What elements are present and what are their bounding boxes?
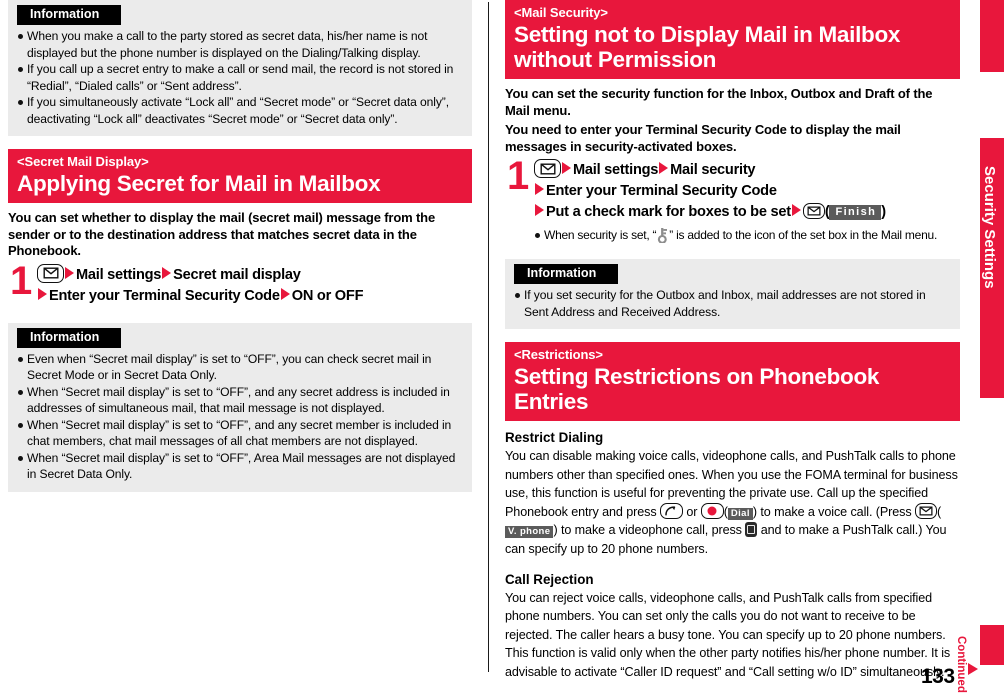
- call-rejection-paragraph: You can reject voice calls, videophone c…: [505, 590, 951, 679]
- list-item: If you call up a secret entry to make a …: [17, 61, 463, 94]
- information-panel: Information If you set security for the …: [505, 259, 960, 329]
- list-item: When you make a call to the party stored…: [17, 28, 463, 61]
- section-lead-text: You can set whether to display the mail …: [8, 210, 436, 258]
- section-title: Applying Secret for Mail in Mailbox: [17, 171, 381, 196]
- restrict-dialing-paragraph: You can disable making voice calls, vide…: [505, 447, 960, 559]
- section-heading-mail-security: <Mail Security> Setting not to Display M…: [505, 0, 960, 79]
- step-action-label: Mail settings: [573, 162, 659, 178]
- section-kicker: <Mail Security>: [514, 5, 608, 20]
- manual-page: Information When you make a call to the …: [0, 0, 1004, 697]
- dial-softkey-badge: Dial: [727, 507, 753, 520]
- key-icon: [657, 228, 668, 248]
- arrow-icon: [535, 204, 544, 216]
- step-body: Mail settings Secret mail display Enter y…: [37, 263, 472, 307]
- step-note-text-before: When security is set, “: [544, 228, 657, 242]
- step-action-label: Mail settings: [76, 266, 162, 283]
- information-label: Information: [17, 327, 122, 348]
- step-number: 1: [10, 258, 33, 303]
- arrow-icon: [280, 287, 290, 300]
- step-action-label: Enter your Terminal Security Code: [546, 183, 777, 199]
- step-action-label: Put a check mark for boxes to be set: [546, 204, 791, 220]
- paren-close: ): [881, 204, 886, 220]
- subsection-heading-call-rejection: Call Rejection: [505, 571, 594, 587]
- step-line-1: Mail settings Mail security: [534, 159, 960, 181]
- step-body: Mail settings Mail security Enter your Te…: [534, 159, 960, 248]
- red-dot-icon: [707, 506, 717, 516]
- section-title: Setting Restrictions on Phonebook Entrie…: [514, 364, 880, 414]
- section-tab-label: Security Settings: [981, 166, 998, 289]
- arrow-icon: [535, 183, 544, 195]
- arrow-icon: [162, 266, 172, 279]
- step-line-2: Enter your Terminal Security Code: [534, 181, 960, 202]
- continued-arrow-icon: [968, 663, 978, 675]
- list-item: When “Secret mail display” is set to “OF…: [17, 384, 463, 417]
- information-panel-top: Information When you make a call to the …: [8, 0, 472, 136]
- page-number: 133: [921, 665, 955, 688]
- section-kicker: <Secret Mail Display>: [17, 154, 149, 169]
- list-item: If you set security for the Outbox and I…: [514, 287, 951, 320]
- paragraph-text-or: or: [686, 504, 698, 519]
- step-action-label: ON or OFF: [291, 287, 364, 304]
- list-item: When “Secret mail display” is set to “OF…: [17, 417, 463, 450]
- tab-bottom-marker: [980, 625, 1004, 665]
- procedure-step-1: 1 Mail settings Secret mail display Enter…: [8, 258, 472, 308]
- information-bullet-list: Even when “Secret mail display” is set t…: [17, 351, 463, 483]
- step-line-2: Enter your Terminal Security Code ON or O…: [37, 286, 472, 307]
- mail-key-icon: [37, 263, 64, 283]
- arrow-icon: [659, 162, 669, 174]
- right-column: <Mail Security> Setting not to Display M…: [505, 0, 960, 682]
- step-note-text-after: ” is added to the icon of the set box in…: [669, 228, 938, 242]
- mail-key-icon: [914, 502, 937, 519]
- section-lead-line-1: You can set the security function for th…: [505, 86, 933, 118]
- information-label: Information: [514, 264, 619, 284]
- list-item: When “Secret mail display” is set to “OF…: [17, 450, 463, 483]
- information-bullet-list: If you set security for the Outbox and I…: [514, 287, 951, 320]
- paren-open: (: [936, 504, 942, 519]
- information-label: Information: [17, 5, 122, 25]
- list-item: If you simultaneously activate “Lock all…: [17, 94, 463, 127]
- section-heading-restrictions: <Restrictions> Setting Restrictions on P…: [505, 342, 960, 421]
- phone-key-icon: [659, 502, 683, 519]
- section-heading-secret-mail-display: <Secret Mail Display> Applying Secret fo…: [8, 149, 472, 203]
- pushtalk-key-icon: [745, 522, 758, 538]
- step-line-1: Mail settings Secret mail display: [37, 263, 472, 286]
- vphone-softkey-badge: V. phone: [505, 526, 554, 539]
- arrow-icon: [791, 204, 801, 216]
- information-panel-bottom: Information Even when “Secret mail displ…: [8, 322, 472, 492]
- arrow-icon: [65, 266, 74, 279]
- tab-top-marker: [980, 0, 1004, 72]
- section-kicker: <Restrictions>: [514, 347, 603, 362]
- center-key-icon: [700, 502, 724, 519]
- step-number: 1: [507, 154, 530, 198]
- arrow-icon: [562, 162, 571, 174]
- list-item: Even when “Secret mail display” is set t…: [17, 351, 463, 384]
- section-lead-line-2: You need to enter your Terminal Security…: [505, 122, 901, 154]
- step-action-label: Secret mail display: [173, 266, 301, 283]
- step-action-label: Mail security: [670, 162, 756, 178]
- left-column: Information When you make a call to the …: [8, 0, 472, 492]
- mail-key-icon: [802, 203, 825, 219]
- bullet-dot: [535, 233, 540, 238]
- mail-key-icon: [534, 159, 561, 178]
- step-action-label: Enter your Terminal Security Code: [49, 287, 280, 304]
- paragraph-text-part-2: ) to make a voice call. (Press: [752, 504, 912, 519]
- arrow-icon: [38, 287, 47, 300]
- subsection-heading-restrict-dialing: Restrict Dialing: [505, 430, 604, 445]
- procedure-step-1: 1 Mail settings Mail security Enter your …: [505, 154, 960, 248]
- information-bullet-list: When you make a call to the party stored…: [17, 28, 463, 127]
- column-divider: [488, 2, 489, 672]
- finish-softkey-badge: Finish: [829, 205, 882, 220]
- step-note: When security is set, “ ” is added to th…: [534, 227, 960, 248]
- step-line-3: Put a check mark for boxes to be set (Fi…: [534, 202, 960, 223]
- paragraph-text-part-3: ) to make a videophone call, press: [553, 523, 742, 538]
- section-title: Setting not to Display Mail in Mailbox w…: [514, 22, 901, 72]
- continued-label: Continued: [955, 636, 967, 693]
